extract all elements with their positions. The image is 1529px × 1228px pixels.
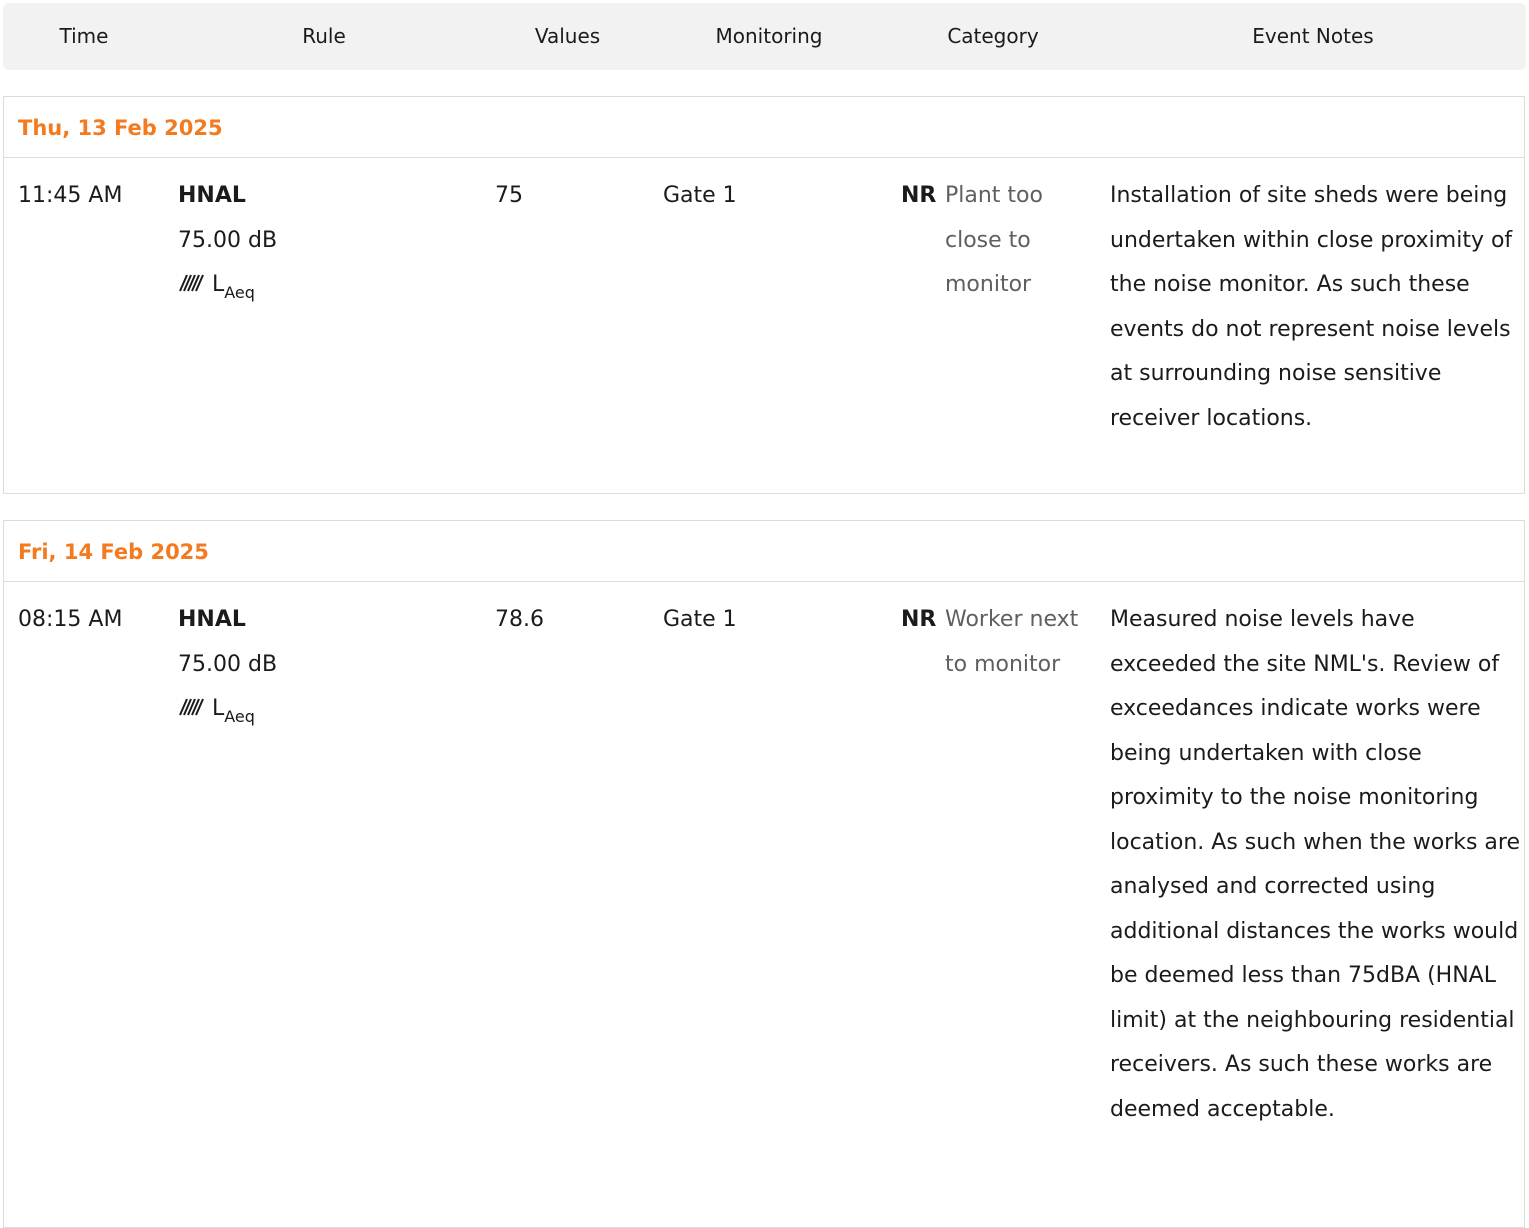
hatched-noise-icon	[179, 698, 204, 716]
event-monitoring: Gate 1	[663, 607, 737, 632]
hatched-noise-icon	[179, 274, 204, 292]
group-date: Thu, 13 Feb 2025	[18, 116, 223, 140]
metric-subscript: Aeq	[224, 283, 255, 302]
rule-metric: LAeq	[178, 687, 277, 733]
category-text: Worker next to monitor	[945, 607, 1079, 677]
group-date: Fri, 14 Feb 2025	[18, 540, 209, 564]
rule-metric: LAeq	[178, 263, 277, 309]
column-header-event-notes[interactable]: Event Notes	[1100, 3, 1526, 70]
column-header-time[interactable]: Time	[3, 3, 165, 70]
metric-main: L	[212, 272, 225, 297]
column-header-rule[interactable]: Rule	[165, 3, 483, 70]
day-group: Fri, 14 Feb 2025 08:15 AM HNAL 75.00 dB …	[3, 520, 1525, 1228]
column-header-category[interactable]: Category	[886, 3, 1100, 70]
event-notes: Measured noise levels have exceeded the …	[1110, 607, 1520, 1122]
metric-subscript: Aeq	[224, 707, 255, 726]
rule-name: HNAL	[178, 607, 246, 632]
event-rule: HNAL 75.00 dB LAeq	[178, 598, 277, 733]
date-row: Fri, 14 Feb 2025	[4, 521, 1524, 582]
category-code: NR	[901, 607, 937, 632]
metric-main: L	[212, 696, 225, 721]
table-header: Time Rule Values Monitoring Category Eve…	[3, 3, 1526, 70]
event-time: 08:15 AM	[18, 607, 123, 632]
event-value: 78.6	[495, 607, 544, 632]
event-rule: HNAL 75.00 dB LAeq	[178, 174, 277, 309]
column-header-monitoring[interactable]: Monitoring	[652, 3, 886, 70]
rule-name: HNAL	[178, 183, 246, 208]
category-text: Plant too close to monitor	[945, 183, 1043, 297]
column-header-values[interactable]: Values	[483, 3, 652, 70]
rule-limit: 75.00 dB	[178, 651, 278, 677]
event-time: 11:45 AM	[18, 183, 123, 208]
date-row: Thu, 13 Feb 2025	[4, 97, 1524, 158]
rule-limit: 75.00 dB	[178, 227, 278, 253]
event-monitoring: Gate 1	[663, 183, 737, 208]
event-value: 75	[495, 183, 523, 208]
event-notes: Installation of site sheds were being un…	[1110, 183, 1513, 431]
day-group: Thu, 13 Feb 2025 11:45 AM HNAL 75.00 dB …	[3, 96, 1525, 494]
category-code: NR	[901, 183, 937, 208]
